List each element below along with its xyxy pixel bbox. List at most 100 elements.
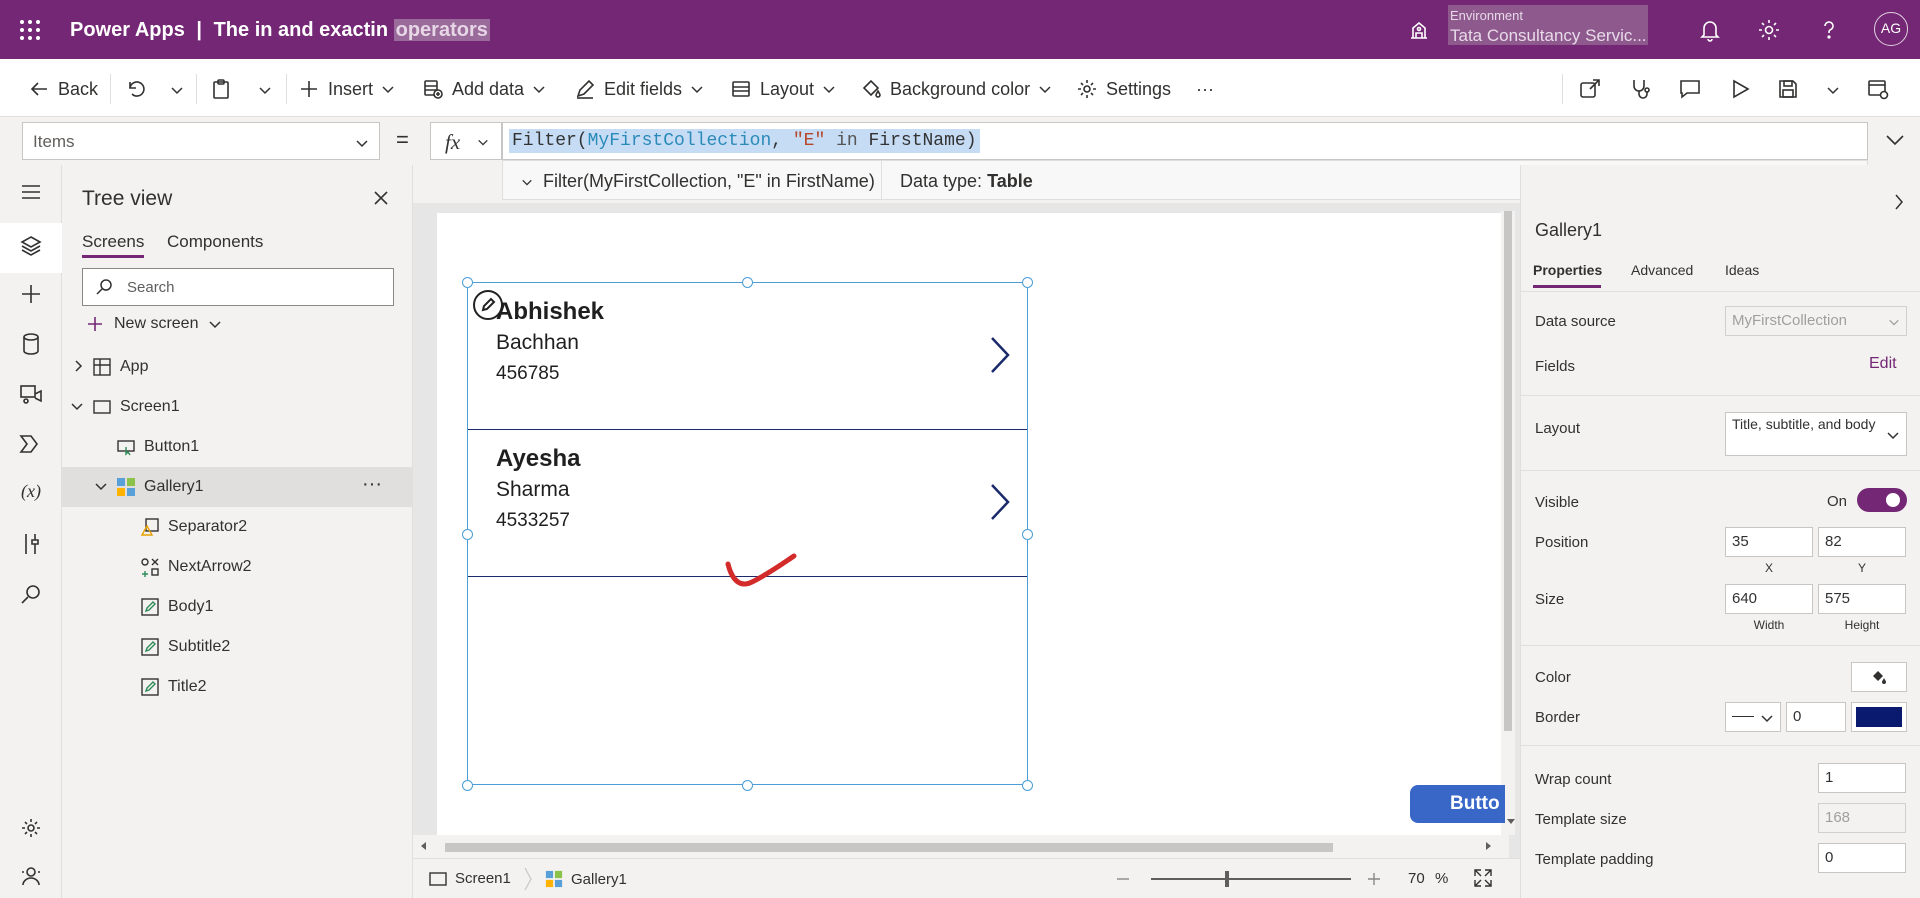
zoom-out-icon[interactable] [1116,872,1130,886]
tree-node-button1[interactable]: Button1 [62,427,413,467]
chevron-right-icon[interactable] [72,359,84,373]
edit-fields-button[interactable]: Edit fields [574,77,704,101]
tree-search-input[interactable]: Search [82,268,394,306]
border-color-picker[interactable] [1851,702,1907,732]
search-icon[interactable] [18,581,44,607]
plus-icon[interactable] [18,281,44,307]
gallery-row[interactable]: Abhishek Bachhan 456785 [468,283,1027,430]
media-icon[interactable] [18,381,44,407]
share-icon[interactable] [1578,77,1602,101]
tree-node-separator2[interactable]: Separator2 [62,507,413,547]
node-more-button[interactable]: ··· [362,473,382,496]
template-size-input[interactable]: 168 [1818,803,1906,833]
scroll-down-icon[interactable] [1506,816,1516,826]
tree-node-gallery1[interactable]: Gallery1 ··· [62,467,413,507]
border-style-select[interactable] [1725,702,1781,732]
new-screen-button[interactable]: New screen [86,315,222,333]
settings-icon[interactable] [18,815,44,841]
function-picker[interactable]: fx [430,122,502,160]
breadcrumb-gallery[interactable]: Gallery1 [545,870,627,888]
vertical-scrollbar[interactable] [1501,211,1515,835]
settings-button[interactable]: Settings [1076,77,1171,101]
resize-handle[interactable] [462,277,473,288]
environment-picker[interactable]: Environment Tata Consultancy Servic... [1448,5,1648,45]
fit-to-window-icon[interactable] [1473,868,1493,888]
comment-icon[interactable] [1678,77,1702,101]
chevron-down-icon[interactable] [170,83,184,97]
resize-handle[interactable] [742,780,753,791]
save-icon[interactable] [1776,77,1800,101]
variables-icon[interactable]: (x) [18,481,44,507]
background-color-button[interactable]: Background color [860,77,1052,101]
tab-advanced[interactable]: Advanced [1631,262,1693,278]
tree-node-subtitle2[interactable]: Subtitle2 [62,627,413,667]
horizontal-scrollbar[interactable] [413,835,1509,858]
tree-node-body1[interactable]: Body1 [62,587,413,627]
tree-node-screen1[interactable]: Screen1 [62,387,413,427]
breadcrumb-screen[interactable]: Screen1 [429,870,511,887]
help-icon[interactable] [1816,17,1842,43]
add-data-button[interactable]: Add data [422,77,546,101]
back-button[interactable]: Back [28,77,98,101]
layout-select[interactable]: Title, subtitle, and body [1725,412,1907,456]
expand-formula-bar-icon[interactable] [1884,129,1906,151]
tab-properties[interactable]: Properties [1533,262,1602,278]
tab-ideas[interactable]: Ideas [1725,262,1759,278]
publish-icon[interactable] [1866,77,1890,101]
tree-node-title2[interactable]: Title2 [62,667,413,707]
chevron-down-icon[interactable] [94,479,108,493]
formula-input[interactable]: Filter(MyFirstCollection, "E" in FirstNa… [502,122,1868,160]
virtual-agent-icon[interactable] [18,863,44,889]
tree-node-nextarrow2[interactable]: NextArrow2 [62,547,413,587]
database-icon[interactable] [18,331,44,357]
resize-handle[interactable] [1022,780,1033,791]
control-name[interactable]: Gallery1 [1535,220,1602,241]
position-x-input[interactable]: 35 [1725,527,1813,557]
scroll-left-icon[interactable] [419,841,429,851]
play-icon[interactable] [1728,77,1752,101]
property-selector[interactable]: Items [22,122,380,160]
color-picker[interactable] [1851,662,1907,692]
resize-handle[interactable] [1022,529,1033,540]
chevron-down-icon[interactable] [70,399,84,413]
resize-handle[interactable] [462,529,473,540]
tab-components[interactable]: Components [167,232,263,252]
next-arrow-icon[interactable] [988,482,1012,522]
next-arrow-icon[interactable] [988,335,1012,375]
border-thickness-input[interactable]: 0 [1786,702,1846,732]
document-title[interactable]: The in and exactin [214,19,388,41]
width-input[interactable]: 640 [1725,584,1813,614]
insert-button[interactable]: Insert [298,77,395,101]
layout-button[interactable]: Layout [730,77,836,101]
canvas-button[interactable]: Butto [1410,785,1505,823]
chevron-right-icon[interactable] [1893,193,1905,211]
template-padding-input[interactable]: 0 [1818,843,1906,873]
resize-handle[interactable] [742,277,753,288]
tab-screens[interactable]: Screens [82,232,144,252]
tree-node-app[interactable]: App [62,347,413,387]
gallery-control[interactable]: Abhishek Bachhan 456785 Ayesha Sharma 45… [467,282,1028,785]
formula-result-toggle[interactable]: Filter(MyFirstCollection, "E" in FirstNa… [521,171,875,192]
app-checker-icon[interactable] [1628,77,1652,101]
fields-edit-link[interactable]: Edit [1869,355,1897,373]
zoom-slider-thumb[interactable] [1225,871,1229,887]
visible-toggle[interactable] [1857,488,1907,512]
height-input[interactable]: 575 [1818,584,1906,614]
resize-handle[interactable] [1022,277,1033,288]
zoom-slider[interactable] [1151,878,1351,880]
chevron-down-icon[interactable] [1826,83,1840,97]
gear-icon[interactable] [1756,17,1782,43]
data-source-select[interactable]: MyFirstCollection [1725,306,1907,336]
wrap-count-input[interactable]: 1 [1818,763,1906,793]
chevron-down-icon[interactable] [258,83,272,97]
power-automate-icon[interactable] [18,431,44,457]
tools-icon[interactable] [18,531,44,557]
close-icon[interactable] [372,189,390,207]
app-launcher-icon[interactable] [18,18,42,42]
hamburger-icon[interactable] [18,179,44,205]
document-title-selected[interactable]: operators [393,19,490,41]
position-y-input[interactable]: 82 [1818,527,1906,557]
undo-button[interactable] [124,77,146,101]
avatar[interactable]: AG [1874,12,1908,46]
more-commands-button[interactable]: ··· [1196,77,1214,101]
